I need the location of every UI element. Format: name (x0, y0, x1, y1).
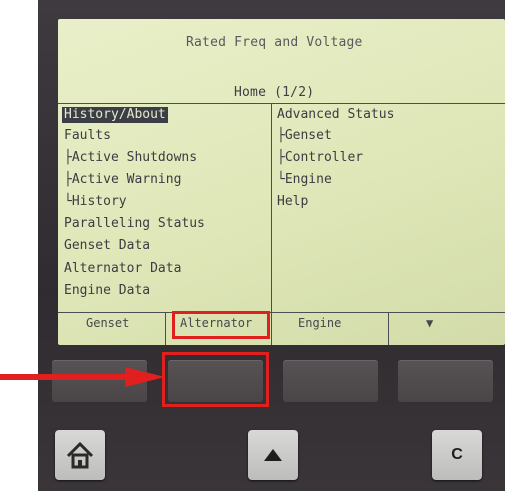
clear-button-label: C (451, 446, 463, 463)
page-indicator: Home (1/2) (234, 85, 315, 100)
home-icon (66, 441, 94, 469)
softkey-label-highlight (172, 311, 270, 339)
menu-item-help[interactable]: Help (277, 194, 308, 210)
menu-item-genset[interactable]: ├Genset (277, 128, 332, 144)
divider-line (58, 103, 505, 104)
softkey-label-more: ▼ (426, 316, 434, 330)
softkey-divider (388, 313, 389, 345)
softkey-button-highlight (162, 352, 269, 407)
menu-item-alternator-data[interactable]: Alternator Data (64, 261, 181, 277)
menu-item-engine-data[interactable]: Engine Data (64, 283, 150, 299)
softkey-divider (165, 313, 166, 345)
softkey-label-engine: Engine (298, 316, 342, 330)
menu-item-controller[interactable]: ├Controller (277, 150, 363, 166)
menu-item-advanced-status[interactable]: Advanced Status (277, 107, 394, 123)
display-screen: Rated Freq and Voltage Home (1/2) Histor… (58, 19, 505, 345)
menu-item-history[interactable]: └History (64, 194, 127, 210)
menu-item-history-about[interactable]: History/About (62, 107, 168, 123)
menu-item-faults[interactable]: Faults (64, 128, 111, 144)
softkey-divider (271, 313, 272, 345)
triangle-up-icon (264, 449, 282, 461)
menu-item-engine[interactable]: └Engine (277, 172, 332, 188)
menu-item-genset-data[interactable]: Genset Data (64, 238, 150, 254)
menu-item-paralleling-status[interactable]: Paralleling Status (64, 216, 205, 232)
screen-title: Rated Freq and Voltage (186, 35, 363, 50)
softkey-button-3[interactable] (283, 360, 378, 402)
column-divider (271, 103, 272, 313)
softkey-label-genset: Genset (86, 316, 130, 330)
pointer-arrow-icon (0, 367, 165, 387)
up-button[interactable] (248, 430, 298, 480)
menu-item-active-warning[interactable]: ├Active Warning (64, 172, 181, 188)
softkey-button-4[interactable] (398, 360, 493, 402)
clear-button[interactable]: C (432, 430, 482, 480)
menu-item-active-shutdowns[interactable]: ├Active Shutdowns (64, 150, 197, 166)
home-button[interactable] (55, 430, 105, 480)
